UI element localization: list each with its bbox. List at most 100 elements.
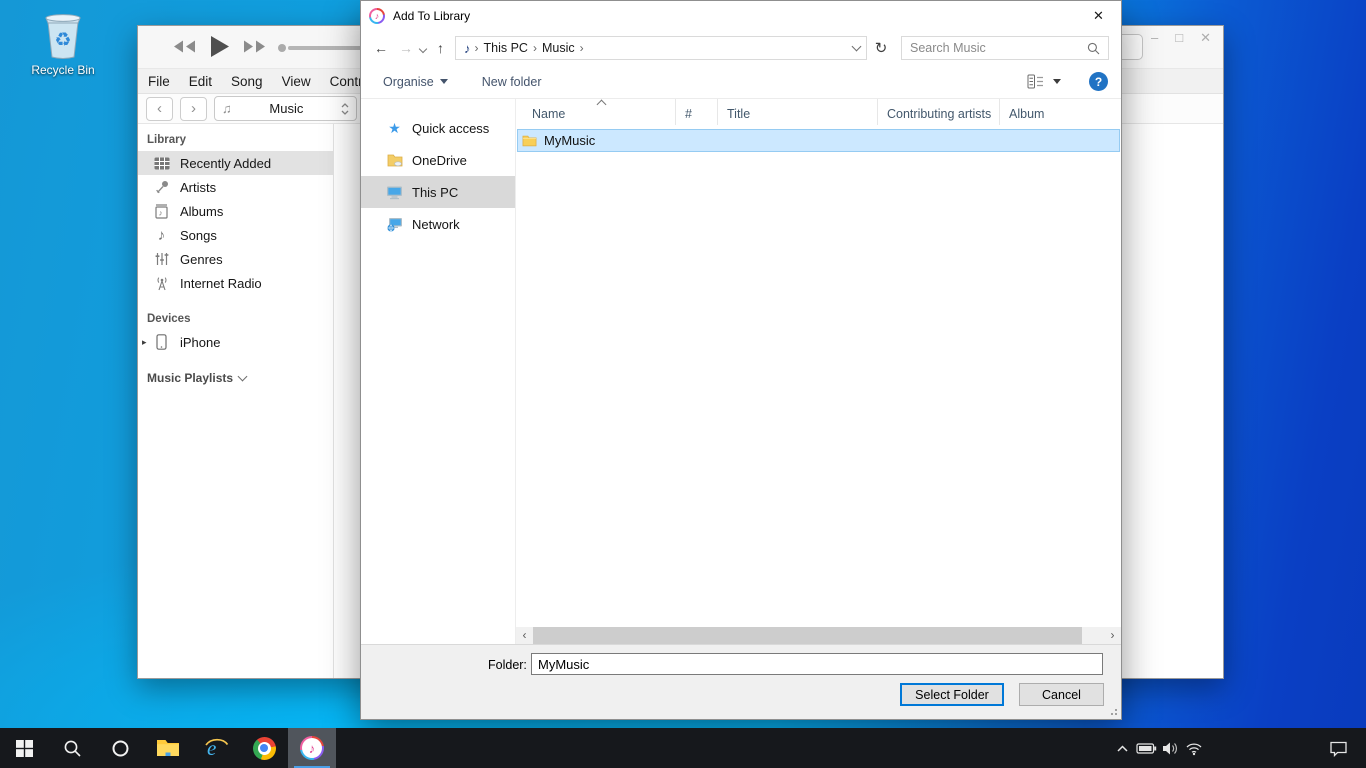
fast-forward-button[interactable] xyxy=(243,39,267,54)
breadcrumb-music[interactable]: Music xyxy=(537,41,580,55)
column-album[interactable]: Album xyxy=(1000,99,1121,125)
scroll-left-button[interactable]: ‹ xyxy=(516,627,533,644)
itunes-icon xyxy=(300,736,324,760)
help-button[interactable]: ? xyxy=(1089,72,1108,91)
svg-text:♻: ♻ xyxy=(54,30,71,51)
volume-slider[interactable] xyxy=(278,44,366,52)
file-explorer-button[interactable] xyxy=(144,728,192,768)
file-rows: MyMusic xyxy=(516,125,1121,627)
column-contributing-artists[interactable]: Contributing artists xyxy=(878,99,1000,125)
new-folder-button[interactable]: New folder xyxy=(482,75,542,89)
scroll-right-button[interactable]: › xyxy=(1104,627,1121,644)
album-icon: ♪ xyxy=(152,204,171,219)
horizontal-scrollbar[interactable]: ‹ › xyxy=(516,627,1121,644)
column-label: Album xyxy=(1009,107,1044,121)
sidebar-item-songs[interactable]: ♪ Songs xyxy=(138,223,333,247)
search-input[interactable] xyxy=(902,41,1079,55)
show-hidden-icons-button[interactable] xyxy=(1110,728,1134,768)
chevron-down-icon xyxy=(419,45,427,53)
sidebar-item-albums[interactable]: ♪ Albums xyxy=(138,199,333,223)
chrome-button[interactable] xyxy=(240,728,288,768)
radio-tower-icon xyxy=(152,276,171,291)
sidebar-item-genres[interactable]: Genres xyxy=(138,247,333,271)
menu-file[interactable]: File xyxy=(148,74,170,89)
menu-view[interactable]: View xyxy=(282,74,311,89)
back-button[interactable]: ← xyxy=(374,41,388,55)
devices-header: Devices xyxy=(138,309,333,327)
file-row-mymusic[interactable]: MyMusic xyxy=(517,129,1120,152)
nav-item-this-pc[interactable]: This PC xyxy=(361,176,515,208)
volume-knob[interactable] xyxy=(278,44,286,52)
nav-item-label: Quick access xyxy=(412,121,489,136)
rewind-button[interactable] xyxy=(172,39,196,54)
column-name[interactable]: Name xyxy=(516,99,676,125)
music-playlists-header[interactable]: Music Playlists xyxy=(138,371,333,385)
system-tray xyxy=(1110,728,1206,768)
cortana-icon xyxy=(111,739,130,758)
organise-button[interactable]: Organise xyxy=(383,75,448,89)
media-kind-select[interactable]: ♫ Music xyxy=(214,96,357,121)
refresh-icon: ↻ xyxy=(875,39,888,57)
recent-locations-button[interactable] xyxy=(420,39,426,57)
up-button[interactable]: ↑ xyxy=(437,41,444,55)
minimize-icon[interactable]: – xyxy=(1151,30,1158,46)
action-center-button[interactable] xyxy=(1316,728,1360,768)
scrollbar-track[interactable] xyxy=(533,627,1104,644)
nav-item-network[interactable]: Network xyxy=(361,208,515,240)
sidebar-item-internet-radio[interactable]: Internet Radio xyxy=(138,271,333,295)
taskbar-search-button[interactable] xyxy=(48,728,96,768)
menu-edit[interactable]: Edit xyxy=(189,74,212,89)
magnifier-icon[interactable] xyxy=(1087,42,1100,55)
dialog-title: Add To Library xyxy=(393,9,470,23)
dialog-close-button[interactable]: ✕ xyxy=(1076,1,1121,31)
cancel-button[interactable]: Cancel xyxy=(1019,683,1104,706)
breadcrumb-this-pc[interactable]: This PC xyxy=(479,41,533,55)
sidebar-item-iphone[interactable]: ▸ iPhone xyxy=(138,330,333,354)
sidebar-item-label: Genres xyxy=(180,252,223,267)
breadcrumb[interactable]: ♪ › This PC › Music › xyxy=(455,36,867,60)
network-tray-button[interactable] xyxy=(1182,728,1206,768)
search-icon xyxy=(63,739,82,758)
refresh-button[interactable]: ↻ xyxy=(869,36,893,60)
menu-song[interactable]: Song xyxy=(231,74,263,89)
dialog-command-bar: Organise New folder ? xyxy=(361,65,1121,99)
column-label: Title xyxy=(727,107,750,121)
sidebar-item-artists[interactable]: Artists xyxy=(138,175,333,199)
recycle-bin-label: Recycle Bin xyxy=(18,63,108,77)
nav-item-quick-access[interactable]: ★ Quick access xyxy=(361,112,515,144)
battery-icon xyxy=(1136,740,1157,757)
itunes-back-button[interactable]: ‹ xyxy=(146,97,173,121)
dropdown-triangle-icon xyxy=(1053,79,1061,84)
nav-item-label: Network xyxy=(412,217,460,232)
fast-forward-icon xyxy=(243,39,267,54)
recycle-bin-shortcut[interactable]: ♻ Recycle Bin xyxy=(18,10,108,77)
address-dropdown-icon[interactable] xyxy=(852,42,862,52)
forward-button[interactable]: → xyxy=(399,41,413,55)
scrollbar-thumb[interactable] xyxy=(533,627,1082,644)
chevron-down-icon xyxy=(238,372,248,382)
play-button[interactable] xyxy=(209,35,230,58)
folder-name-input[interactable] xyxy=(531,653,1103,675)
expander-icon[interactable]: ▸ xyxy=(142,337,147,348)
crumb-separator: › xyxy=(580,41,584,55)
volume-tray-button[interactable] xyxy=(1158,728,1182,768)
cortana-button[interactable] xyxy=(96,728,144,768)
column-number[interactable]: # xyxy=(676,99,718,125)
onedrive-icon xyxy=(385,153,404,167)
itunes-forward-button[interactable]: › xyxy=(180,97,207,121)
maximize-icon[interactable]: □ xyxy=(1175,30,1183,46)
nav-item-onedrive[interactable]: OneDrive xyxy=(361,144,515,176)
column-headers: Name # Title Contributing artists Album xyxy=(516,99,1121,125)
battery-tray-button[interactable] xyxy=(1134,728,1158,768)
close-icon[interactable]: ✕ xyxy=(1200,30,1211,46)
itunes-taskbar-button[interactable] xyxy=(288,728,336,768)
search-box xyxy=(901,36,1109,60)
sidebar-item-recently-added[interactable]: Recently Added xyxy=(138,151,333,175)
select-folder-button[interactable]: Select Folder xyxy=(900,683,1004,706)
internet-explorer-button[interactable]: e xyxy=(192,728,240,768)
column-title[interactable]: Title xyxy=(718,99,878,125)
organise-label: Organise xyxy=(383,75,434,89)
view-mode-button[interactable] xyxy=(1027,74,1061,89)
start-button[interactable] xyxy=(0,728,48,768)
resize-grip[interactable] xyxy=(1108,706,1118,716)
